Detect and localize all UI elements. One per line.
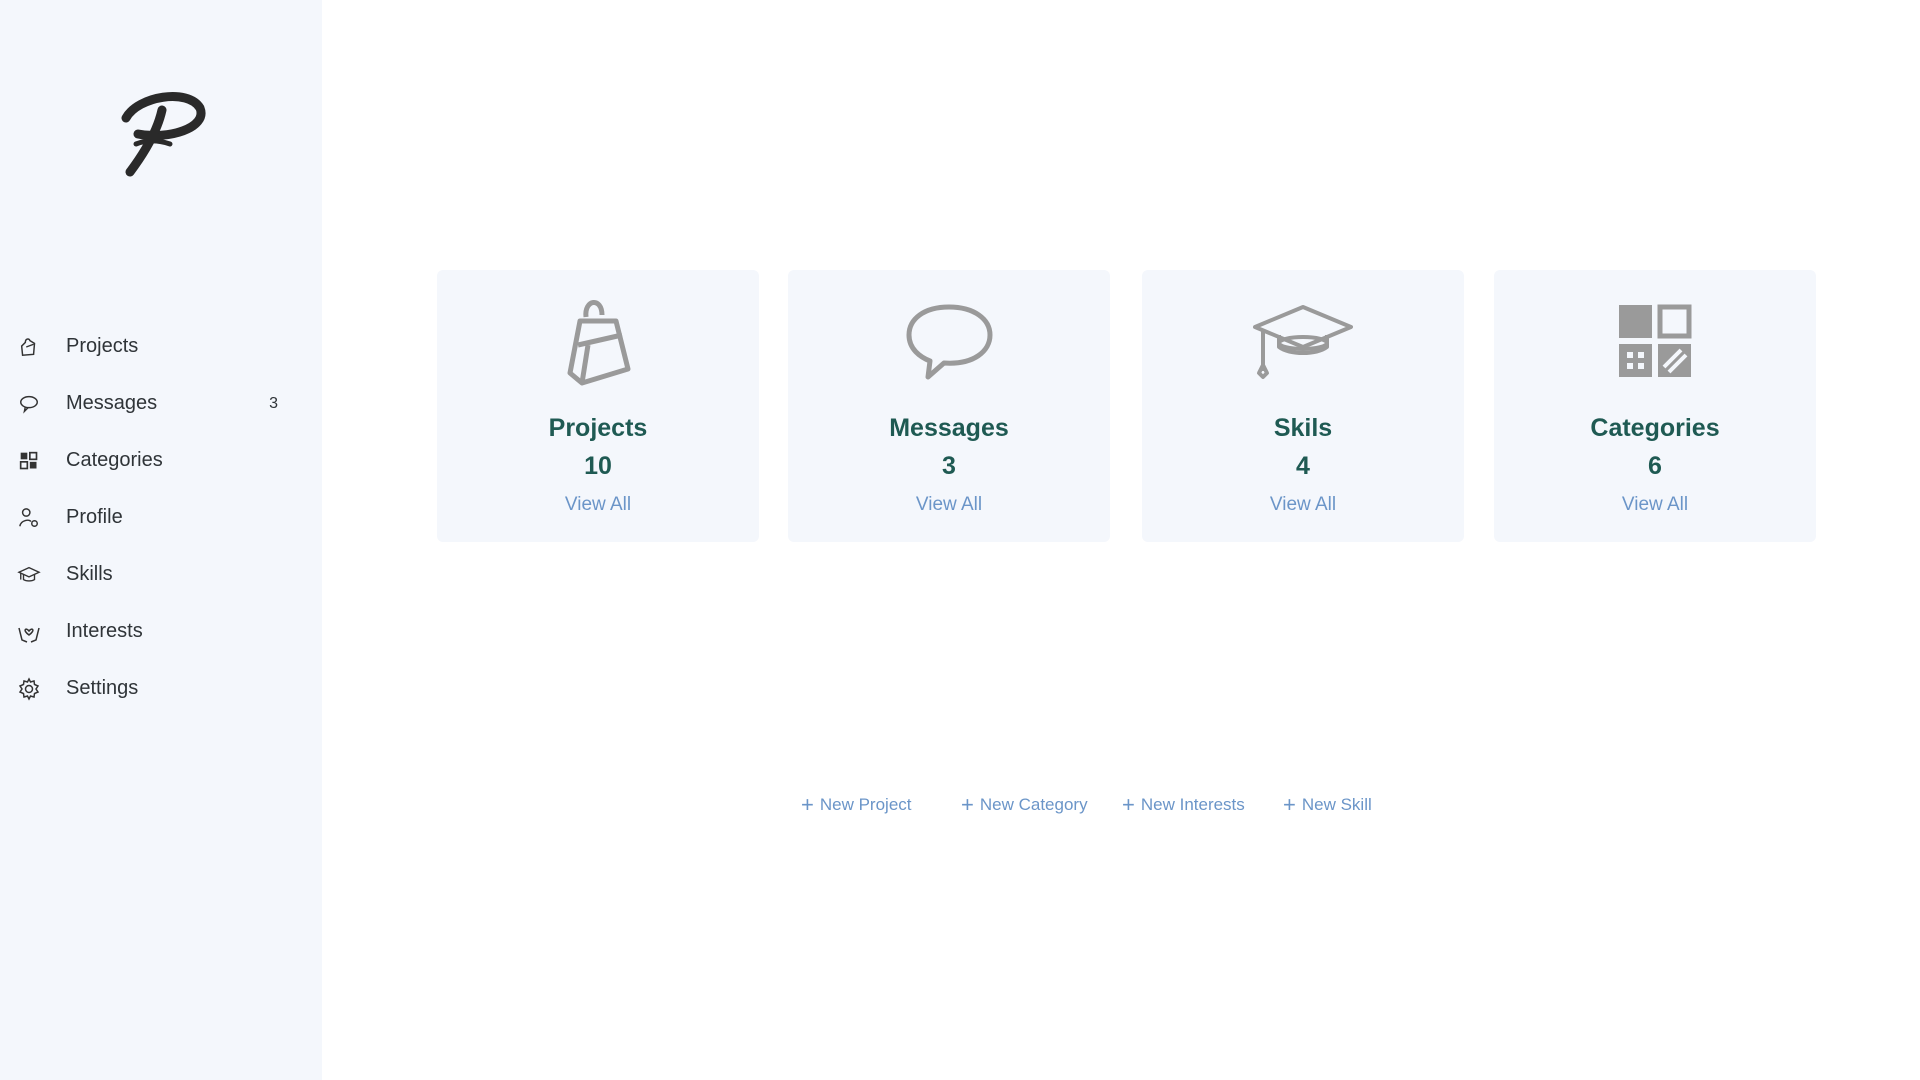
skills-card: Skils 4 View All [1142,270,1464,542]
new-interests-button[interactable]: + New Interests [1122,794,1245,816]
sidebar-item-skills[interactable]: Skills [0,546,322,603]
quick-actions: + New Project + New Category + New Inter… [0,794,1920,820]
card-title: Projects [548,414,648,442]
bag-icon [17,335,41,359]
view-all-skills-link[interactable]: View All [1142,494,1464,516]
new-category-button[interactable]: + New Category [961,794,1088,816]
card-title: Messages [889,414,1009,442]
new-skill-button[interactable]: + New Skill [1283,794,1372,816]
action-label: New Interests [1140,795,1245,814]
view-all-categories-link[interactable]: View All [1494,494,1816,516]
user-gear-icon [17,506,41,530]
messages-count-badge: 3 [269,394,278,412]
card-count: 10 [584,452,612,480]
card-title: Skils [1273,414,1333,442]
bag-icon [548,298,648,386]
action-label: New Project [819,795,912,814]
sidebar-item-label: Skills [66,563,113,585]
action-label: New Category [979,795,1088,814]
card-count: 3 [942,452,956,480]
sidebar-item-label: Profile [66,506,123,528]
new-project-button[interactable]: + New Project [801,794,912,816]
categories-card: Categories 6 View All [1494,270,1816,542]
sidebar-item-label: Projects [66,335,139,357]
sidebar-item-label: Categories [66,449,163,471]
plus-icon: + [1283,792,1296,817]
plus-icon: + [1122,792,1135,817]
summary-cards: Projects 10 View All Messages 3 View All… [437,270,1817,542]
sidebar-item-interests[interactable]: Interests [0,603,322,660]
card-count: 6 [1648,452,1662,480]
sidebar-nav: Projects Messages 3 Categories Profile S… [0,318,322,717]
grid-icon [1605,298,1705,384]
graduation-cap-icon [17,563,41,587]
projects-card: Projects 10 View All [437,270,759,542]
action-label: New Skill [1301,795,1372,814]
sidebar-item-label: Interests [66,620,143,642]
plus-icon: + [801,792,814,817]
sidebar-item-projects[interactable]: Projects [0,318,322,375]
chat-bubble-icon [899,298,999,384]
sidebar: Projects Messages 3 Categories Profile S… [0,0,322,1080]
sidebar-item-profile[interactable]: Profile [0,489,322,546]
graduation-cap-icon [1253,298,1353,384]
hands-heart-icon [17,620,41,644]
sidebar-item-settings[interactable]: Settings [0,660,322,717]
sidebar-item-messages[interactable]: Messages 3 [0,375,322,432]
sidebar-item-label: Settings [66,677,139,699]
sidebar-item-categories[interactable]: Categories [0,432,322,489]
chat-bubble-icon [17,392,41,416]
p-signature-logo[interactable] [118,88,208,178]
card-title: Categories [1590,414,1720,442]
view-all-messages-link[interactable]: View All [788,494,1110,516]
gear-icon [17,676,41,701]
card-count: 4 [1296,452,1310,480]
messages-card: Messages 3 View All [788,270,1110,542]
sidebar-item-label: Messages [66,392,158,414]
grid-icon [17,449,41,473]
view-all-projects-link[interactable]: View All [437,494,759,516]
plus-icon: + [961,792,974,817]
